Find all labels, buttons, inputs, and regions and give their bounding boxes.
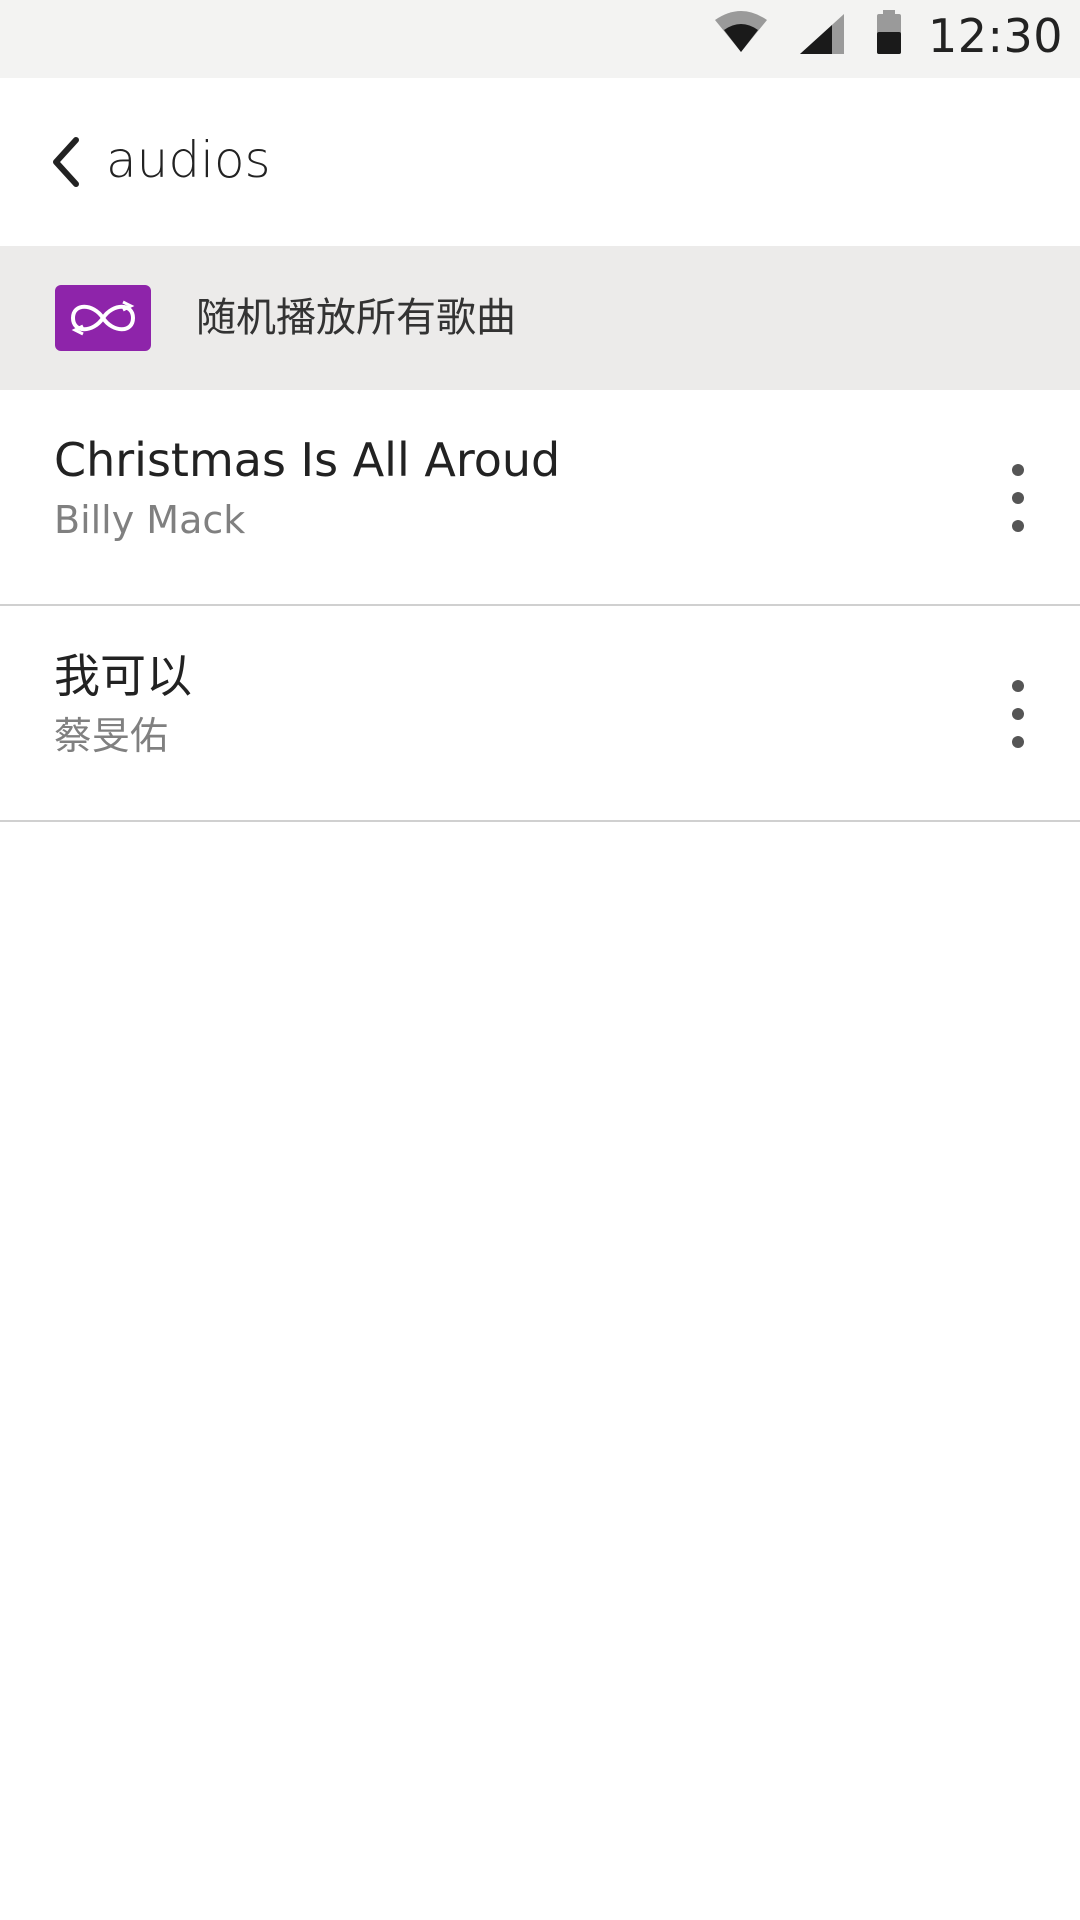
more-vertical-icon[interactable]: [996, 674, 1040, 754]
app-bar: audios: [0, 78, 1080, 246]
chevron-left-icon[interactable]: [40, 130, 96, 194]
more-vertical-icon[interactable]: [996, 458, 1040, 538]
song-title: 我可以: [54, 649, 192, 703]
battery-icon: [877, 10, 901, 54]
song-list-item[interactable]: 我可以 蔡旻佑: [0, 606, 1080, 822]
page-title: audios: [106, 131, 271, 189]
song-title: Christmas Is All Aroud: [54, 433, 561, 487]
wifi-icon: [715, 11, 767, 52]
status-time: 12:30: [928, 9, 1064, 63]
cell-signal-icon: [800, 14, 844, 54]
song-list-item[interactable]: Christmas Is All Aroud Billy Mack: [0, 390, 1080, 606]
song-artist: Billy Mack: [54, 498, 246, 542]
shuffle-all-label: 随机播放所有歌曲: [196, 295, 516, 341]
status-bar: 12:30: [0, 0, 1080, 78]
song-artist: 蔡旻佑: [54, 714, 169, 758]
shuffle-all-row[interactable]: 随机播放所有歌曲: [0, 246, 1080, 390]
shuffle-infinity-icon: [55, 285, 151, 351]
